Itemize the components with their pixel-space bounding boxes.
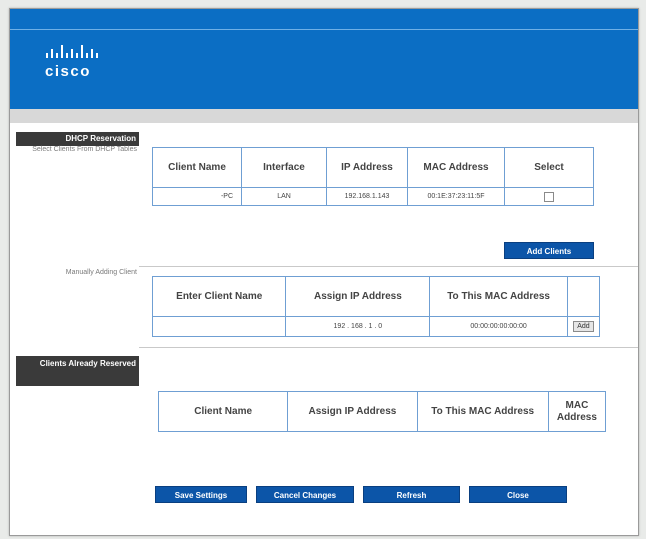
add-clients-button[interactable]: Add Clients: [504, 242, 594, 259]
col-enter-client-name: Enter Client Name: [151, 276, 287, 317]
add-button[interactable]: Add: [573, 321, 594, 332]
manual-add-table: Enter Client Name Assign IP Address To T…: [151, 276, 601, 337]
save-settings-button[interactable]: Save Settings: [155, 486, 247, 503]
cancel-changes-button[interactable]: Cancel Changes: [256, 486, 354, 503]
table-header-row: Client Name Interface IP Address MAC Add…: [152, 147, 594, 188]
table-row: -PC LAN 192.168.1.143 00:1E:37:23:11:5F: [152, 187, 594, 206]
mac-address-input[interactable]: 00:00:00:00:00:00: [429, 316, 568, 337]
header-gray-band: [10, 109, 638, 123]
col-assign-ip: Assign IP Address: [287, 391, 418, 432]
router-config-window: cisco DHCP Reservation Select Clients Fr…: [9, 8, 639, 536]
col-client-name: Client Name: [152, 147, 242, 188]
ip-prefix: 192 . 168 . 1 .: [333, 323, 377, 330]
col-mac-address: MAC Address: [407, 147, 505, 188]
close-button[interactable]: Close: [469, 486, 567, 503]
reserved-clients-table: Client Name Assign IP Address To This MA…: [157, 391, 607, 432]
dhcp-clients-table: Client Name Interface IP Address MAC Add…: [152, 147, 594, 206]
sidebar-manually-adding: Manually Adding Client: [65, 269, 137, 276]
ip-last-octet-input[interactable]: 0: [378, 323, 382, 330]
table-header-row: Client Name Assign IP Address To This MA…: [157, 391, 607, 432]
sidebar-dhcp-reservation: DHCP Reservation: [16, 132, 139, 146]
sidebar: DHCP Reservation Select Clients From DHC…: [10, 123, 139, 535]
col-select: Select: [504, 147, 594, 188]
cell-ip: 192.168.1.143: [326, 187, 408, 206]
col-to-mac: To This MAC Address: [416, 391, 549, 432]
header-divider: [10, 29, 638, 30]
table-row: 192 . 168 . 1 . 0 00:00:00:00:00:00 Add: [151, 316, 601, 337]
col-to-mac: To This MAC Address: [429, 276, 568, 317]
cell-interface: LAN: [241, 187, 327, 206]
col-interface: Interface: [241, 147, 327, 188]
cisco-bars-icon: [46, 45, 98, 58]
cell-select: [504, 187, 594, 206]
cisco-logo: cisco: [45, 45, 105, 80]
refresh-button[interactable]: Refresh: [363, 486, 460, 503]
col-client-name: Client Name: [157, 391, 289, 432]
client-name-input[interactable]: [151, 316, 287, 337]
table-header-row: Enter Client Name Assign IP Address To T…: [151, 276, 601, 317]
col-assign-ip: Assign IP Address: [285, 276, 431, 317]
cell-add: Add: [566, 316, 601, 337]
section-divider: [139, 347, 638, 348]
col-ip-address: IP Address: [326, 147, 408, 188]
header-banner: cisco: [10, 9, 638, 109]
section-divider: [139, 266, 638, 267]
main-content: Client Name Interface IP Address MAC Add…: [139, 123, 638, 535]
cell-mac: 00:1E:37:23:11:5F: [407, 187, 505, 206]
cell-client-name: -PC: [152, 187, 242, 206]
col-mac-address: MAC Address: [547, 391, 607, 432]
cell-assign-ip: 192 . 168 . 1 . 0: [285, 316, 431, 337]
sidebar-clients-reserved: Clients Already Reserved: [16, 356, 139, 386]
select-checkbox[interactable]: [544, 191, 554, 202]
col-action: [566, 276, 601, 317]
cisco-wordmark: cisco: [45, 63, 91, 80]
sidebar-select-clients: Select Clients From DHCP Tables: [32, 146, 137, 153]
